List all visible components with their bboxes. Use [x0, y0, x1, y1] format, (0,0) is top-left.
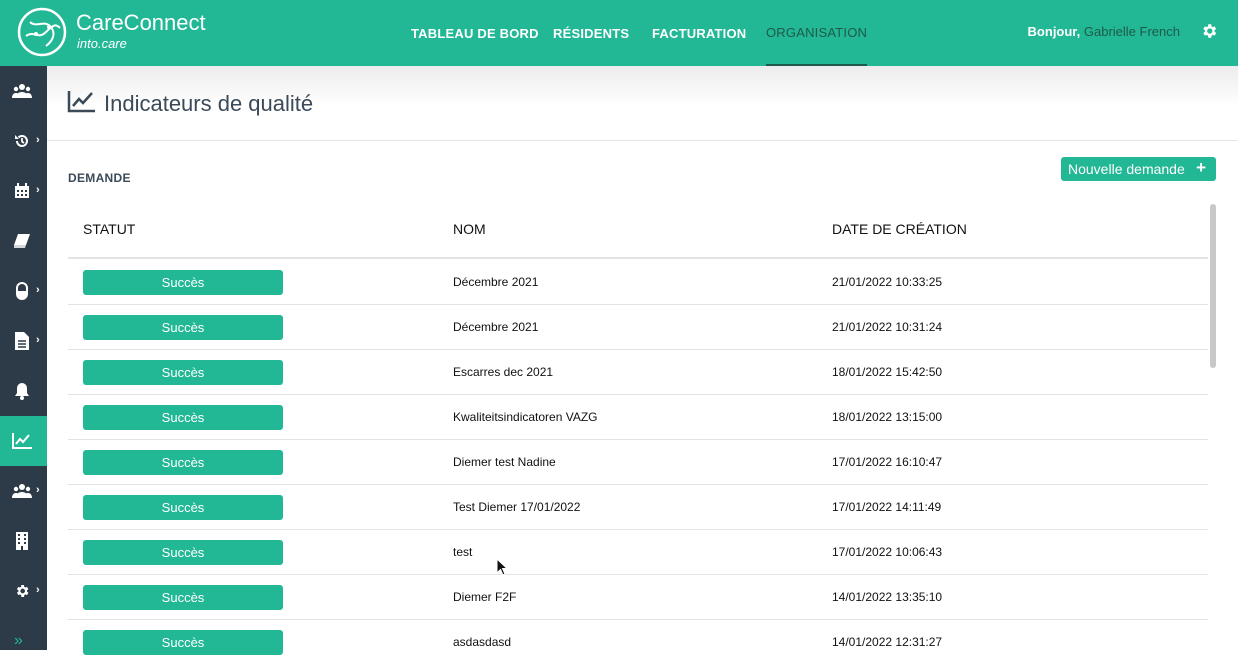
status-badge: Succès [83, 540, 283, 565]
chevron-right-icon: › [36, 284, 40, 296]
table-row[interactable]: Succès Décembre 2021 21/01/2022 10:33:25 [68, 260, 1208, 305]
cell-name: Test Diemer 17/01/2022 [453, 500, 581, 514]
nav-tableau-de-bord[interactable]: TABLEAU DE BORD [411, 0, 539, 66]
table-row[interactable]: Succès test 17/01/2022 10:06:43 [68, 530, 1208, 575]
section-label: DEMANDE [68, 171, 131, 185]
status-badge: Succès [83, 630, 283, 655]
nav-organisation[interactable]: ORGANISATION [766, 0, 868, 66]
pill-icon [15, 282, 28, 300]
table-row[interactable]: Succès Escarres dec 2021 18/01/2022 15:4… [68, 350, 1208, 395]
users-icon [11, 84, 32, 98]
sidebar-item-quality-indicators[interactable] [0, 416, 47, 466]
status-badge: Succès [83, 360, 283, 385]
cell-date: 17/01/2022 16:10:47 [832, 455, 943, 469]
user-greeting[interactable]: Bonjour, Gabrielle French [1028, 24, 1180, 39]
brand-name: CareConnect [76, 10, 206, 35]
status-badge: Succès [83, 405, 283, 430]
settings-gear-icon[interactable] [1200, 22, 1218, 40]
table-scrollbar[interactable] [1210, 204, 1216, 368]
page-header: Indicateurs de qualité [47, 66, 1238, 141]
group-icon [11, 484, 32, 498]
status-badge: Succès [83, 495, 283, 520]
bell-icon [14, 383, 29, 400]
sidebar-item-documents[interactable]: › [0, 316, 47, 366]
sidebar-item-groups[interactable]: › [0, 466, 47, 516]
table-row[interactable]: Succès Diemer F2F 14/01/2022 13:35:10 [68, 575, 1208, 620]
top-navbar: CareConnect into.care TABLEAU DE BORD RÉ… [0, 0, 1238, 66]
page-title: Indicateurs de qualité [104, 91, 314, 116]
new-request-button[interactable]: Nouvelle demande + [1061, 157, 1216, 181]
greeting-text: Bonjour, [1027, 24, 1081, 39]
new-request-label: Nouvelle demande [1068, 161, 1185, 177]
calendar-icon [14, 183, 29, 198]
user-name: Gabrielle French [1083, 24, 1180, 39]
careconnect-logo-icon[interactable] [16, 6, 68, 58]
sidebar-item-book[interactable] [0, 216, 47, 266]
cell-name: asdasdasd [453, 635, 512, 649]
cell-name: Diemer test Nadine [453, 455, 556, 469]
table-row[interactable]: Succès Décembre 2021 21/01/2022 10:31:24 [68, 305, 1208, 350]
cell-date: 21/01/2022 10:33:25 [832, 275, 943, 289]
gear-icon [16, 585, 28, 597]
cell-date: 21/01/2022 10:31:24 [832, 320, 943, 334]
nav-residents[interactable]: RÉSIDENTS [553, 0, 629, 66]
nav-facturation[interactable]: FACTURATION [652, 0, 746, 66]
status-badge: Succès [83, 270, 283, 295]
status-badge: Succès [83, 585, 283, 610]
mouse-cursor-icon [496, 558, 508, 576]
chevron-right-icon: › [36, 484, 40, 496]
cell-name: test [453, 545, 473, 559]
book-icon [13, 234, 30, 248]
sidebar: › › › › › › [0, 66, 47, 650]
cell-name: Diemer F2F [453, 590, 517, 604]
cell-date: 18/01/2022 13:15:00 [832, 410, 943, 424]
table-header-divider [68, 257, 1208, 259]
file-icon [14, 332, 29, 350]
line-chart-icon [11, 433, 32, 449]
expand-sidebar-icon[interactable]: » [14, 632, 23, 650]
cell-date: 18/01/2022 15:42:50 [832, 365, 943, 379]
building-icon [15, 532, 28, 550]
cell-name: Kwaliteitsindicatoren VAZG [453, 410, 598, 424]
table-row[interactable]: Succès asdasdasd 14/01/2022 12:31:27 [68, 620, 1208, 655]
chevron-right-icon: › [36, 184, 40, 196]
cell-date: 14/01/2022 13:35:10 [832, 590, 943, 604]
history-icon [14, 134, 28, 147]
table-row[interactable]: Succès Test Diemer 17/01/2022 17/01/2022… [68, 485, 1208, 530]
sidebar-item-settings[interactable]: › [0, 566, 47, 616]
table-row[interactable]: Succès Kwaliteitsindicatoren VAZG 18/01/… [68, 395, 1208, 440]
chevron-right-icon: › [36, 584, 40, 596]
sidebar-item-building[interactable] [0, 516, 47, 566]
cell-date: 17/01/2022 10:06:43 [832, 545, 943, 559]
sidebar-item-users[interactable] [0, 66, 47, 116]
column-header-status[interactable]: STATUT [83, 221, 135, 237]
chevron-right-icon: › [36, 334, 40, 346]
status-badge: Succès [83, 315, 283, 340]
column-header-created[interactable]: DATE DE CRÉATION [832, 221, 967, 237]
brand-subtitle: into.care [77, 36, 127, 51]
sidebar-item-history[interactable]: › [0, 116, 47, 166]
sidebar-item-calendar[interactable]: › [0, 166, 47, 216]
sidebar-item-notifications[interactable] [0, 366, 47, 416]
cell-date: 17/01/2022 14:11:49 [832, 500, 942, 514]
plus-icon: + [1196, 158, 1206, 177]
cell-name: Escarres dec 2021 [453, 365, 554, 379]
line-chart-icon [67, 91, 95, 113]
cell-name: Décembre 2021 [453, 320, 539, 334]
cell-name: Décembre 2021 [453, 275, 539, 289]
cell-date: 14/01/2022 12:31:27 [832, 635, 943, 649]
chevron-right-icon: › [36, 134, 40, 146]
table-row[interactable]: Succès Diemer test Nadine 17/01/2022 16:… [68, 440, 1208, 485]
sidebar-item-medication[interactable]: › [0, 266, 47, 316]
status-badge: Succès [83, 450, 283, 475]
column-header-name[interactable]: NOM [453, 221, 486, 237]
